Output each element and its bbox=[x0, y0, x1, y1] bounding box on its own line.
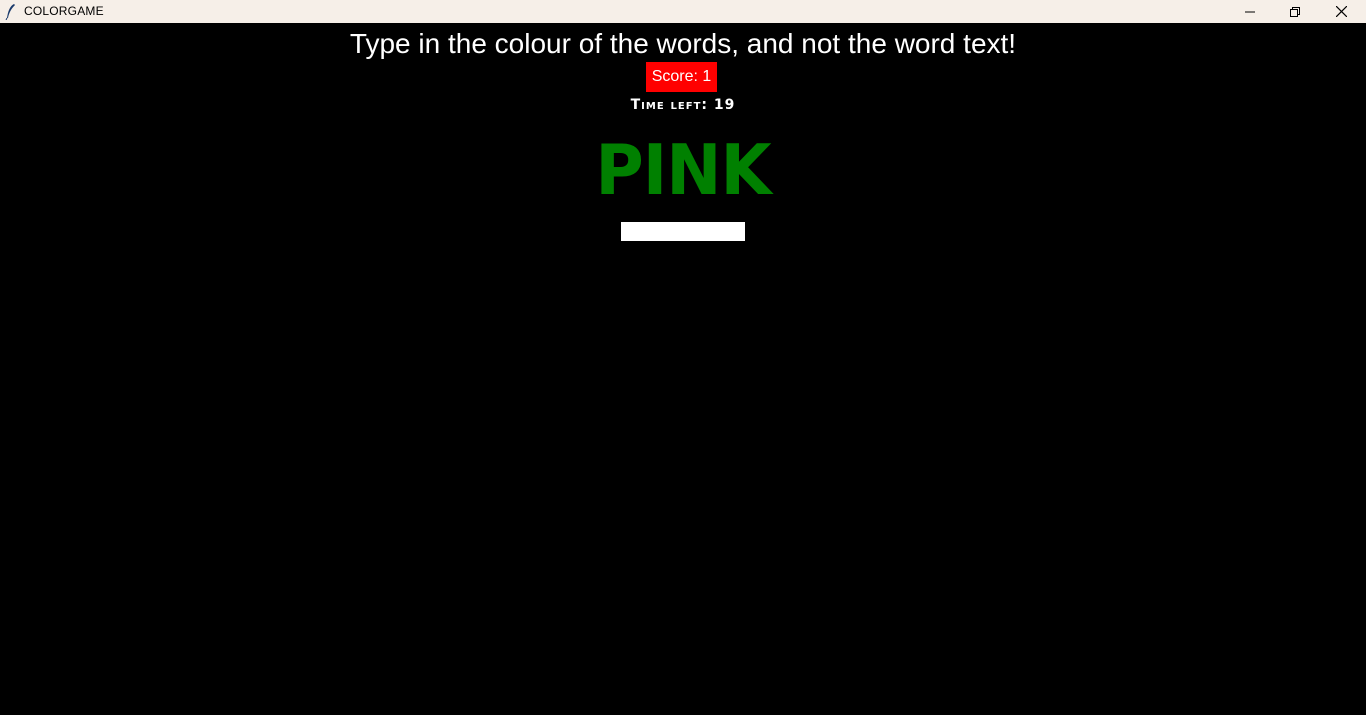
feather-icon bbox=[5, 3, 17, 21]
maximize-button[interactable] bbox=[1272, 0, 1318, 23]
close-button[interactable] bbox=[1318, 0, 1364, 23]
close-icon bbox=[1335, 6, 1347, 17]
minimize-button[interactable] bbox=[1227, 0, 1273, 23]
window-title: COLORGAME bbox=[24, 4, 104, 18]
title-bar: COLORGAME bbox=[0, 0, 1366, 23]
instructions-label: Type in the colour of the words, and not… bbox=[349, 28, 1017, 59]
time-left-label: Time left: 19 bbox=[630, 97, 736, 113]
score-label: Score: 1 bbox=[646, 62, 717, 92]
minimize-icon bbox=[1245, 11, 1255, 12]
game-area: Type in the colour of the words, and not… bbox=[0, 23, 1366, 715]
answer-input[interactable] bbox=[621, 222, 745, 241]
color-word: PINK bbox=[595, 130, 771, 211]
restore-icon bbox=[1290, 6, 1300, 17]
